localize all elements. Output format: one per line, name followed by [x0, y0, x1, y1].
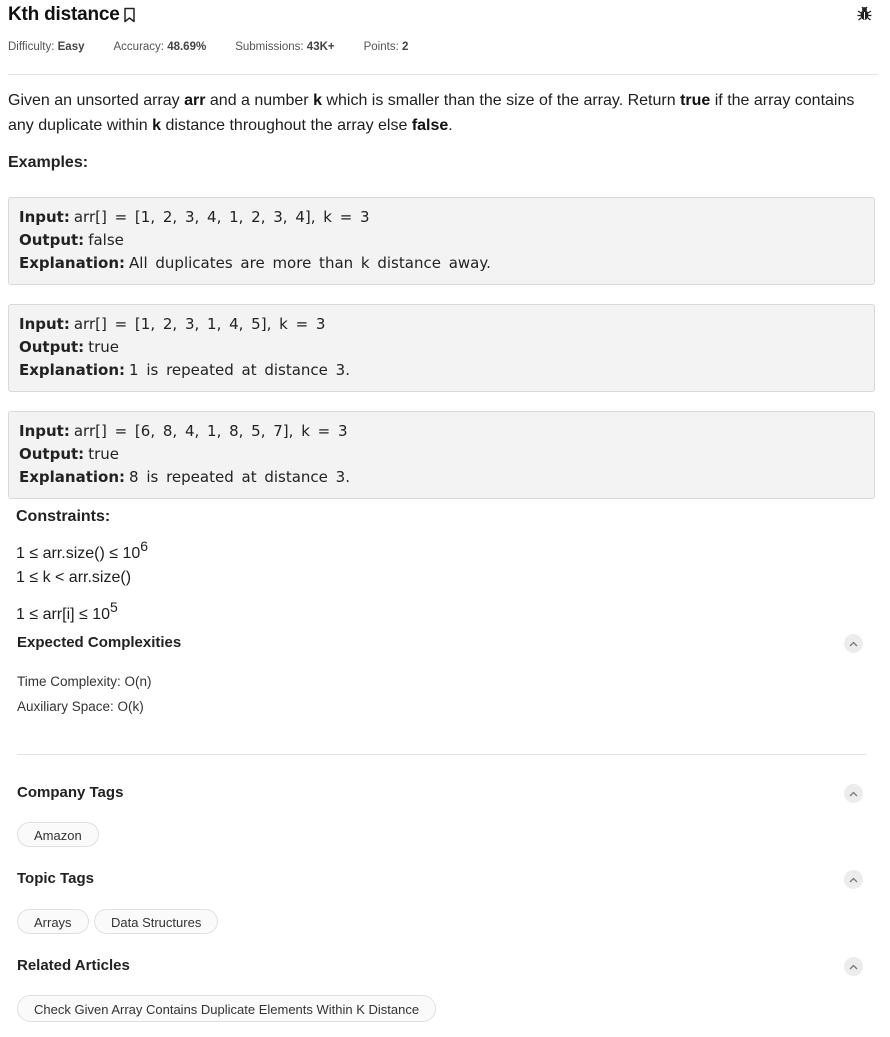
- time-complexity: Time Complexity: O(n): [17, 674, 152, 689]
- topic-tag[interactable]: Data Structures: [94, 909, 219, 934]
- examples-heading: Examples:: [8, 154, 89, 171]
- topic-tag[interactable]: Arrays: [17, 909, 89, 934]
- constraint-item: 1 ≤ k < arr.size(): [16, 569, 132, 586]
- divider: [17, 754, 866, 755]
- company-tags-heading: Company Tags: [17, 784, 124, 801]
- problem-description: Given an unsorted array arr and a number…: [8, 92, 855, 134]
- related-article-link[interactable]: Check Given Array Contains Duplicate Ele…: [17, 995, 437, 1022]
- company-tag[interactable]: Amazon: [17, 822, 99, 847]
- example-box: Input: arr[] = [6, 8, 4, 1, 8, 5, 7], k =…: [8, 411, 875, 499]
- problem-meta: Difficulty: Easy Accuracy: 48.69% Submis…: [8, 41, 437, 53]
- example-box: Input: arr[] = [1, 2, 3, 1, 4, 5], k = 3 …: [8, 304, 875, 392]
- complexities-heading: Expected Complexities: [17, 634, 182, 651]
- meta-points: Points: 2: [363, 41, 409, 53]
- bug-icon[interactable]: [856, 5, 873, 22]
- space-complexity: Auxiliary Space: O(k): [17, 699, 144, 714]
- chevron-up-icon[interactable]: [844, 870, 863, 889]
- chevron-up-icon[interactable]: [844, 957, 863, 976]
- constraint-item: 1 ≤ arr.size() ≤ 106: [16, 538, 149, 562]
- bookmark-icon[interactable]: [123, 7, 136, 23]
- topic-tags-heading: Topic Tags: [17, 870, 94, 887]
- constraints-heading: Constraints:: [16, 508, 111, 525]
- example-box: Input: arr[] = [1, 2, 3, 4, 1, 2, 3, 4], …: [8, 197, 875, 285]
- title-row: Kth distance: [8, 3, 136, 27]
- related-articles-heading: Related Articles: [17, 957, 130, 974]
- constraint-item: 1 ≤ arr[i] ≤ 105: [16, 599, 118, 623]
- meta-accuracy: Accuracy: 48.69%: [113, 41, 207, 53]
- meta-submissions: Submissions: 43K+: [235, 41, 335, 53]
- divider: [8, 74, 878, 75]
- meta-difficulty: Difficulty: Easy: [8, 41, 85, 53]
- chevron-up-icon[interactable]: [844, 784, 863, 803]
- chevron-up-icon[interactable]: [844, 634, 863, 653]
- problem-title: Kth distance: [8, 4, 120, 25]
